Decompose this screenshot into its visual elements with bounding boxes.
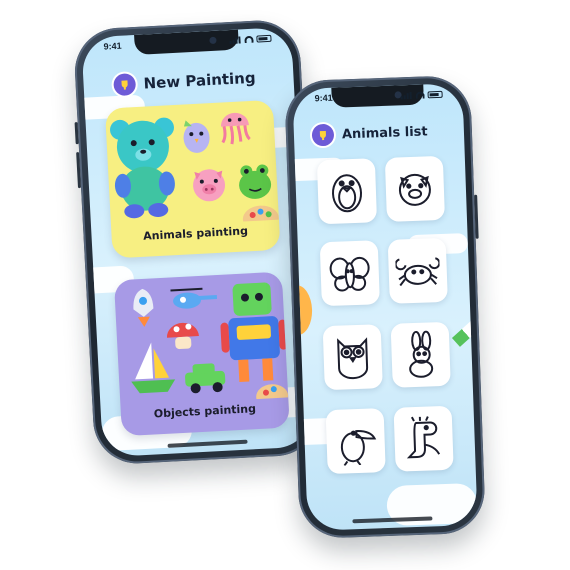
- toucan-icon: [340, 430, 377, 466]
- page-title: Animals list: [341, 123, 428, 142]
- pig-icon: [193, 169, 226, 202]
- animals-painting-card[interactable]: Animals painting: [104, 99, 281, 259]
- penguin-icon: [332, 174, 363, 213]
- page-title: New Painting: [143, 68, 257, 93]
- animal-tile-penguin[interactable]: [316, 158, 378, 225]
- helicopter-icon: [170, 287, 218, 309]
- rabbit-icon: [409, 330, 434, 378]
- notch: [134, 29, 239, 55]
- signal-icon: [229, 36, 241, 45]
- signal-icon: [400, 91, 413, 100]
- wifi-icon: [415, 91, 425, 99]
- dinosaur-icon: [406, 416, 441, 459]
- screen-new-painting: 9:41 New Painting Animals painting Objec…: [81, 26, 313, 458]
- sailboat-icon: [131, 342, 176, 394]
- frog-icon: [239, 164, 272, 199]
- animal-tile-dinosaur[interactable]: [393, 405, 454, 472]
- volume-down-button: [76, 152, 82, 189]
- owl-icon: [337, 337, 369, 380]
- animal-tile-pig[interactable]: [384, 155, 445, 222]
- screen-animals-list: 9:41 Animals list: [292, 83, 478, 531]
- jellyfish-icon: [220, 112, 251, 145]
- status-time: 9:41: [103, 40, 122, 52]
- animal-tile-owl[interactable]: [322, 324, 383, 391]
- butterfly-icon: [329, 256, 370, 292]
- status-icons: [400, 90, 443, 100]
- pig-icon: [398, 173, 431, 206]
- animal-tile-crab[interactable]: [387, 237, 448, 304]
- phone-animals-list: 9:41 Animals list: [284, 74, 486, 540]
- battery-icon: [256, 34, 272, 43]
- objects-painting-card[interactable]: Objects painting: [113, 271, 290, 437]
- wifi-icon: [244, 35, 254, 44]
- sun-decoration: [292, 284, 313, 336]
- car-icon: [185, 363, 226, 394]
- header: New Painting: [113, 67, 257, 97]
- objects-illustration: [131, 282, 289, 407]
- power-button: [474, 194, 479, 239]
- animal-tile-butterfly[interactable]: [319, 240, 380, 307]
- animal-tile-rabbit[interactable]: [390, 321, 451, 388]
- rocket-icon: [133, 288, 154, 327]
- mushroom-icon: [166, 322, 199, 350]
- rainbow-decoration: [451, 311, 478, 347]
- animal-tile-toucan[interactable]: [325, 408, 386, 475]
- app-logo-icon[interactable]: [113, 73, 137, 97]
- app-logo-icon[interactable]: [311, 123, 335, 147]
- robot-icon: [220, 282, 288, 382]
- animals-illustration: [110, 112, 279, 229]
- crab-icon: [395, 257, 441, 287]
- volume-up-button: [74, 122, 79, 145]
- bird-icon: [183, 120, 210, 153]
- battery-icon: [427, 90, 443, 99]
- bear-icon: [110, 117, 175, 219]
- status-icons: [229, 34, 272, 45]
- status-time: 9:41: [314, 92, 333, 104]
- header: Animals list: [311, 120, 428, 147]
- phone-new-painting: 9:41 New Painting Animals painting Objec…: [72, 18, 322, 466]
